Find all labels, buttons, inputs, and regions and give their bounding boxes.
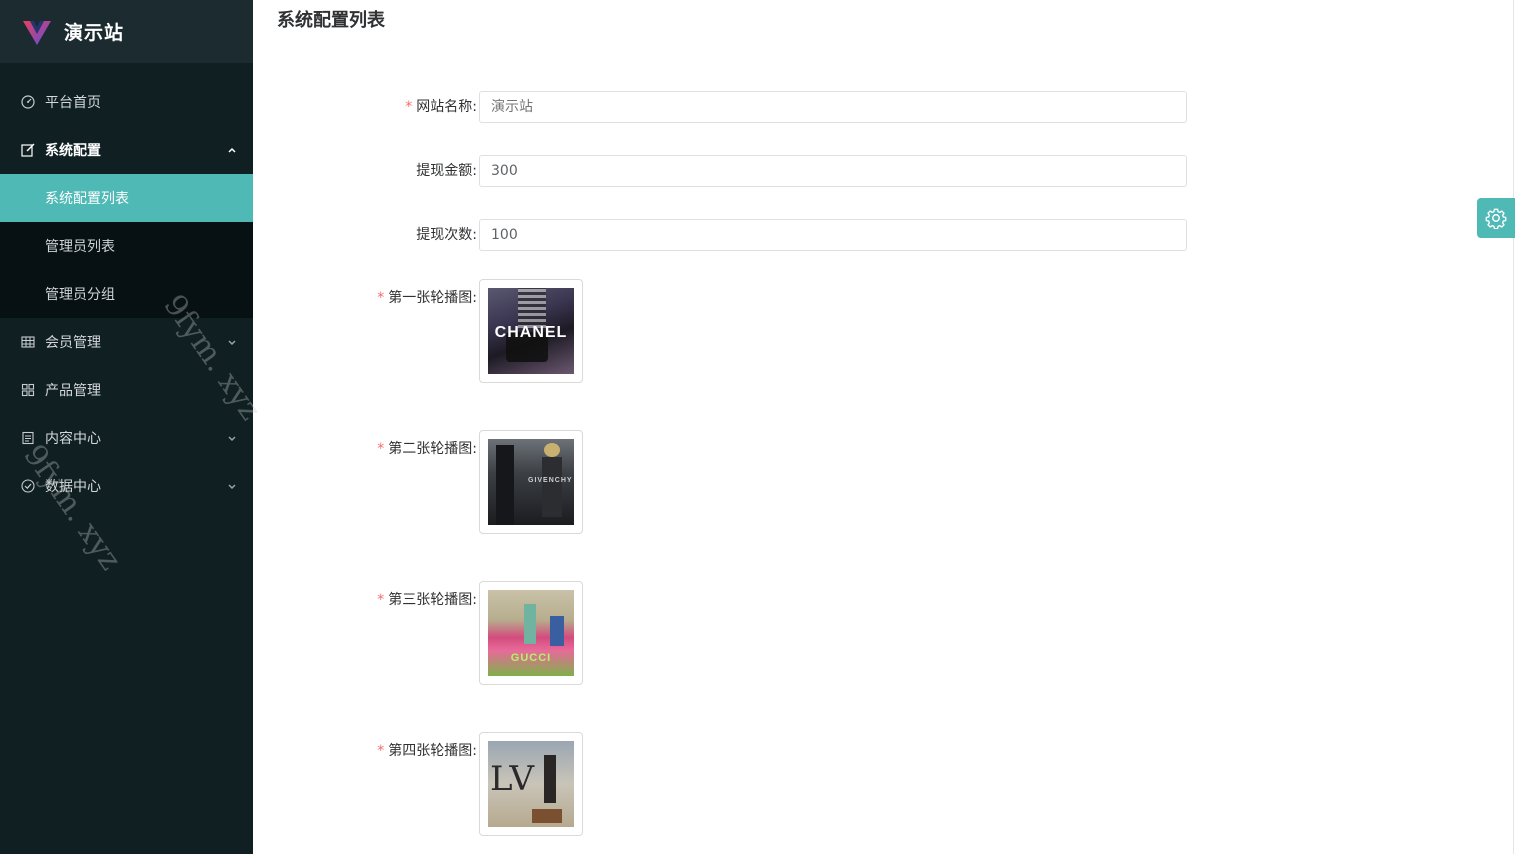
image-detail: [550, 616, 564, 646]
sidebar: 演示站 平台首页 系统配置 系统配置列表 管理员列表 管理员分组 会员管理 产品…: [0, 0, 253, 854]
settings-button[interactable]: [1477, 198, 1515, 238]
divider: [1513, 0, 1514, 854]
required-mark: *: [377, 592, 385, 608]
image-detail: [542, 457, 562, 517]
required-mark: *: [377, 441, 385, 457]
app-name: 演示站: [64, 22, 125, 44]
sidebar-item-data[interactable]: 数据中心: [0, 462, 253, 510]
field-label: * 第三张轮播图:: [377, 592, 477, 608]
sidebar-item-admin-groups[interactable]: 管理员分组: [0, 270, 253, 318]
carousel-1-caption: CHANEL: [494, 324, 568, 341]
sidebar-item-label: 系统配置: [45, 143, 101, 159]
image-detail: [496, 445, 514, 525]
main-content: 系统配置列表 *网站名称: 提现金额: 提现次数: *第一张轮播图: CHANE…: [253, 0, 1515, 854]
field-label: 提现金额:: [416, 163, 477, 179]
carousel-2-upload[interactable]: GIVENCHY: [479, 430, 583, 534]
carousel-4-image: LV: [488, 741, 574, 827]
field-label: * 网站名称:: [405, 99, 477, 115]
edit-icon: [21, 143, 35, 157]
sidebar-item-label: 数据中心: [45, 479, 101, 495]
chevron-down-icon: [228, 340, 236, 346]
sidebar-item-content[interactable]: 内容中心: [0, 414, 253, 462]
sidebar-item-label: 产品管理: [45, 383, 101, 399]
carousel-2-caption: GIVENCHY: [528, 477, 573, 484]
apps-icon: [21, 383, 35, 397]
sidebar-menu: 平台首页 系统配置 系统配置列表 管理员列表 管理员分组 会员管理 产品管理 内…: [0, 63, 253, 510]
required-mark: *: [405, 99, 413, 115]
logo-bar: 演示站: [0, 0, 253, 63]
required-mark: *: [377, 743, 385, 759]
sidebar-item-members[interactable]: 会员管理: [0, 318, 253, 366]
dashboard-icon: [21, 95, 35, 109]
carousel-3-caption: GUCCI: [510, 652, 552, 664]
field-label: * 第二张轮播图:: [377, 441, 477, 457]
field-label: * 第四张轮播图:: [377, 743, 477, 759]
gear-icon: [1485, 208, 1507, 229]
carousel-3-image: GUCCI: [488, 590, 574, 676]
chevron-up-icon: [228, 147, 236, 153]
carousel-4-caption: LV: [490, 759, 536, 799]
sidebar-item-label: 会员管理: [45, 335, 101, 351]
withdraw-amount-input[interactable]: [479, 155, 1187, 187]
chevron-down-icon: [228, 484, 236, 490]
sidebar-item-system-config[interactable]: 系统配置: [0, 126, 253, 174]
image-detail: [524, 604, 536, 644]
sidebar-item-products[interactable]: 产品管理: [0, 366, 253, 414]
sidebar-item-dashboard[interactable]: 平台首页: [0, 78, 253, 126]
grid-icon: [21, 336, 35, 348]
image-detail: [544, 755, 556, 803]
check-circle-icon: [21, 479, 35, 493]
carousel-3-upload[interactable]: GUCCI: [479, 581, 583, 685]
chevron-down-icon: [228, 436, 236, 442]
carousel-2-image: GIVENCHY: [488, 439, 574, 525]
image-detail: [518, 288, 546, 328]
required-mark: *: [377, 290, 385, 306]
submenu-system-config: 系统配置列表 管理员列表 管理员分组: [0, 174, 253, 318]
withdraw-count-input[interactable]: [479, 219, 1187, 251]
field-label: 提现次数:: [416, 227, 477, 243]
image-detail: [544, 443, 560, 457]
carousel-4-upload[interactable]: LV: [479, 732, 583, 836]
document-icon: [22, 431, 34, 445]
site-name-input[interactable]: [479, 91, 1187, 123]
field-label: * 第一张轮播图:: [377, 290, 477, 306]
image-detail: [532, 809, 562, 823]
sidebar-item-admin-list[interactable]: 管理员列表: [0, 222, 253, 270]
sidebar-item-label: 平台首页: [45, 95, 101, 111]
page-title: 系统配置列表: [277, 10, 385, 31]
sidebar-item-config-list[interactable]: 系统配置列表: [0, 174, 253, 222]
logo-icon: [23, 20, 51, 45]
carousel-1-upload[interactable]: CHANEL: [479, 279, 583, 383]
sidebar-item-label: 内容中心: [45, 431, 101, 447]
carousel-1-image: CHANEL: [488, 288, 574, 374]
